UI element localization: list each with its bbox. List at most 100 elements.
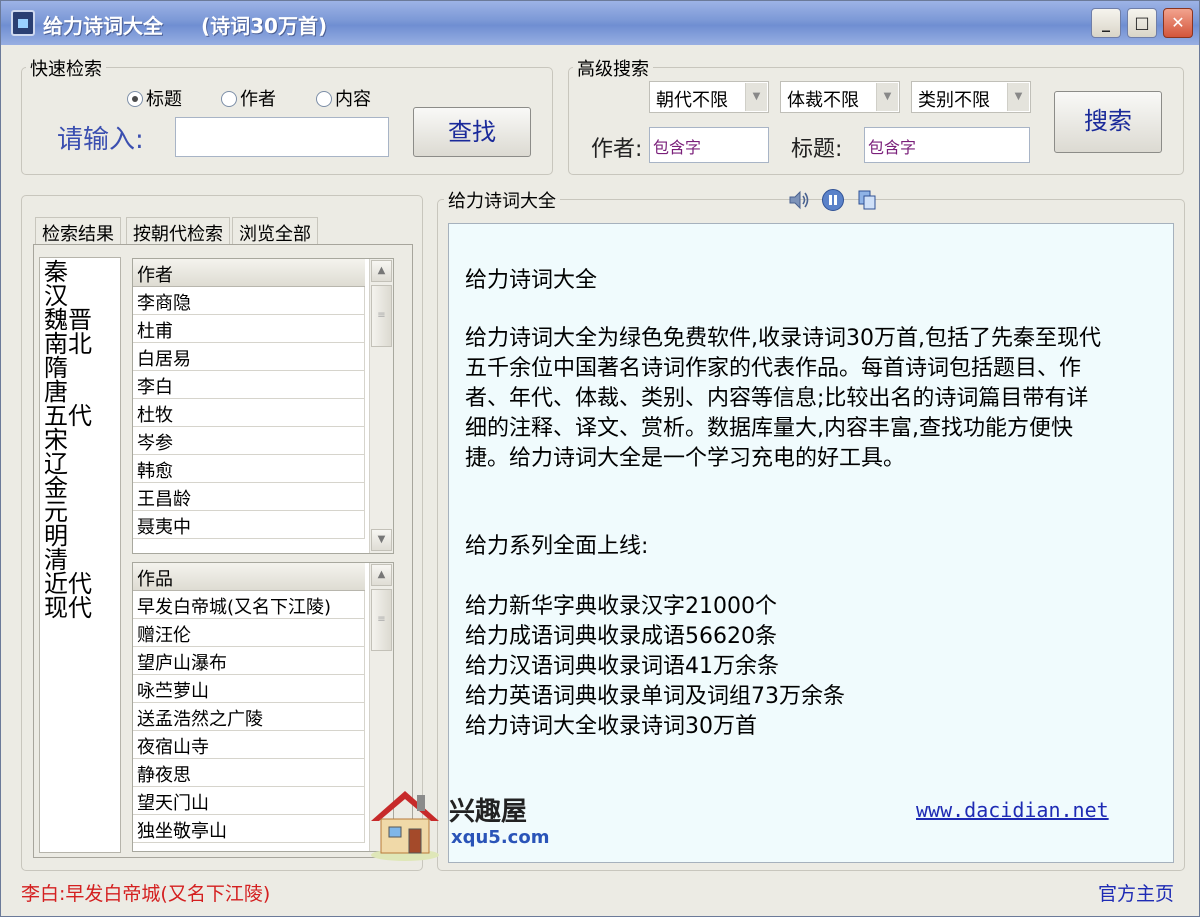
find-button[interactable]: 查找 <box>413 107 531 157</box>
quick-search-input[interactable] <box>175 117 389 157</box>
chevron-down-icon[interactable]: ▼ <box>1007 83 1029 111</box>
table-row[interactable]: 静夜思 <box>133 759 365 787</box>
list-item[interactable]: 现代 <box>44 596 92 620</box>
scroll-down-button[interactable]: ▼ <box>371 529 392 551</box>
works-column-header[interactable]: 作品 <box>133 563 365 591</box>
tab-search-results[interactable]: 检索结果 <box>35 217 121 245</box>
copy-icon[interactable] <box>855 188 879 212</box>
content-heading: 给力诗词大全 <box>465 268 598 293</box>
list-item[interactable]: 清 <box>44 548 68 572</box>
list-item[interactable]: 金 <box>44 476 68 500</box>
list-item[interactable]: 秦 <box>44 260 68 284</box>
house-icon <box>371 791 439 861</box>
list-item[interactable]: 元 <box>44 500 68 524</box>
table-row[interactable]: 送孟浩然之广陵 <box>133 703 365 731</box>
table-row[interactable]: 王昌龄 <box>133 483 365 511</box>
table-row[interactable]: 聂夷中 <box>133 511 365 539</box>
app-icon[interactable] <box>11 10 35 36</box>
watermark-logo: 兴趣屋 xqu5.com <box>365 783 555 863</box>
authors-column-header[interactable]: 作者 <box>133 259 365 287</box>
table-row[interactable]: 李商隐 <box>133 287 365 315</box>
window-subtitle: (诗词30万首) <box>201 14 328 38</box>
radio-dot-checked[interactable] <box>127 91 143 107</box>
table-row[interactable]: 李白 <box>133 371 365 399</box>
content-paragraph-line: 五千余位中国著名诗词作家的代表作品。每首诗词包括题目、作 <box>465 356 1082 381</box>
list-item[interactable]: 南北 <box>44 332 92 356</box>
speaker-icon[interactable] <box>787 188 811 212</box>
close-button[interactable]: ✕ <box>1163 8 1193 38</box>
title-field-label: 标题: <box>791 137 843 162</box>
category-select-value: 类别不限 <box>918 90 990 111</box>
list-item[interactable]: 五代 <box>44 404 92 428</box>
chevron-down-icon[interactable]: ▼ <box>876 83 898 111</box>
table-row[interactable]: 韩愈 <box>133 455 365 483</box>
scroll-thumb[interactable]: ≡ <box>371 589 392 651</box>
table-row[interactable]: 望庐山瀑布 <box>133 647 365 675</box>
series-item: 给力新华字典收录汉字21000个 <box>465 594 777 619</box>
author-field-label: 作者: <box>591 137 643 162</box>
series-item: 给力成语词典收录成语56620条 <box>465 624 777 649</box>
author-field[interactable]: 包含字 <box>649 127 769 163</box>
content-paragraph-line: 给力诗词大全为绿色免费软件,收录诗词30万首,包括了先秦至现代 <box>465 326 1101 351</box>
scroll-up-button[interactable]: ▲ <box>371 260 392 282</box>
list-item[interactable]: 明 <box>44 524 68 548</box>
app-window: 给力诗词大全 (诗词30万首) _ □ ✕ 快速检索 标题 作者 内容 请输入:… <box>0 0 1200 917</box>
radio-dot[interactable] <box>316 91 332 107</box>
scroll-thumb[interactable]: ≡ <box>371 285 392 347</box>
genre-select[interactable]: 体裁不限 ▼ <box>780 81 900 113</box>
scroll-up-button[interactable]: ▲ <box>371 564 392 586</box>
poem-content-area[interactable]: 给力诗词大全 给力诗词大全为绿色免费软件,收录诗词30万首,包括了先秦至现代 五… <box>448 223 1174 863</box>
radio-author-label: 作者 <box>240 89 276 110</box>
table-row[interactable]: 岑参 <box>133 427 365 455</box>
table-row[interactable]: 咏苎萝山 <box>133 675 365 703</box>
authors-grid[interactable]: 作者 李商隐 杜甫 白居易 李白 杜牧 岑参 韩愈 王昌龄 聂夷中 ▲ ≡ ▼ <box>132 258 394 554</box>
watermark-brand: 兴趣屋 <box>449 797 528 827</box>
input-label: 请输入: <box>57 125 144 155</box>
table-row[interactable]: 独坐敬亭山 <box>133 815 365 843</box>
content-paragraph-line: 捷。给力诗词大全是一个学习充电的好工具。 <box>465 446 906 471</box>
title-field[interactable]: 包含字 <box>864 127 1030 163</box>
genre-select-value: 体裁不限 <box>787 90 859 111</box>
list-item[interactable]: 唐 <box>44 380 68 404</box>
authors-scrollbar[interactable]: ▲ ≡ ▼ <box>369 259 393 553</box>
list-item[interactable]: 隋 <box>44 356 68 380</box>
dynasty-list[interactable]: 秦 汉 魏晋 南北 隋 唐 五代 宋 辽 金 元 明 清 近代 现代 <box>39 257 121 853</box>
dynasty-select[interactable]: 朝代不限 ▼ <box>649 81 769 113</box>
advanced-search-title: 高级搜索 <box>573 55 653 81</box>
radio-content[interactable]: 内容 <box>316 85 371 111</box>
radio-author[interactable]: 作者 <box>221 85 276 111</box>
dynasty-select-value: 朝代不限 <box>656 90 728 111</box>
works-grid[interactable]: 作品 早发白帝城(又名下江陵) 赠汪伦 望庐山瀑布 咏苎萝山 送孟浩然之广陵 夜… <box>132 562 394 852</box>
table-row[interactable]: 赠汪伦 <box>133 619 365 647</box>
table-row[interactable]: 杜甫 <box>133 315 365 343</box>
list-item[interactable]: 汉 <box>44 284 68 308</box>
radio-content-label: 内容 <box>335 89 371 110</box>
minimize-button[interactable]: _ <box>1091 8 1121 38</box>
tab-browse-all[interactable]: 浏览全部 <box>232 217 318 245</box>
series-item: 给力英语词典收录单词及词组73万余条 <box>465 684 845 709</box>
table-row[interactable]: 早发白帝城(又名下江陵) <box>133 591 365 619</box>
pause-icon[interactable] <box>821 188 845 212</box>
website-link[interactable]: www.dacidian.net <box>916 798 1109 822</box>
table-row[interactable]: 白居易 <box>133 343 365 371</box>
category-select[interactable]: 类别不限 ▼ <box>911 81 1031 113</box>
list-item[interactable]: 魏晋 <box>44 308 92 332</box>
list-item[interactable]: 宋 <box>44 428 68 452</box>
homepage-link[interactable]: 官方主页 <box>1098 879 1174 906</box>
radio-title[interactable]: 标题 <box>127 85 182 111</box>
list-item[interactable]: 辽 <box>44 452 68 476</box>
series-item: 给力汉语词典收录词语41万余条 <box>465 654 779 679</box>
title-bar[interactable]: 给力诗词大全 (诗词30万首) _ □ ✕ <box>1 1 1199 45</box>
radio-dot[interactable] <box>221 91 237 107</box>
content-paragraph-line: 者、年代、体裁、类别、内容等信息;比较出名的诗词篇目带有详 <box>465 386 1089 411</box>
chevron-down-icon[interactable]: ▼ <box>745 83 767 111</box>
tab-by-dynasty[interactable]: 按朝代检索 <box>126 217 230 245</box>
quick-search-title: 快速检索 <box>26 55 106 81</box>
list-item[interactable]: 近代 <box>44 572 92 596</box>
table-row[interactable]: 夜宿山寺 <box>133 731 365 759</box>
table-row[interactable]: 望天门山 <box>133 787 365 815</box>
series-item: 给力诗词大全收录诗词30万首 <box>465 714 757 739</box>
table-row[interactable]: 杜牧 <box>133 399 365 427</box>
search-button[interactable]: 搜索 <box>1054 91 1162 153</box>
maximize-button[interactable]: □ <box>1127 8 1157 38</box>
